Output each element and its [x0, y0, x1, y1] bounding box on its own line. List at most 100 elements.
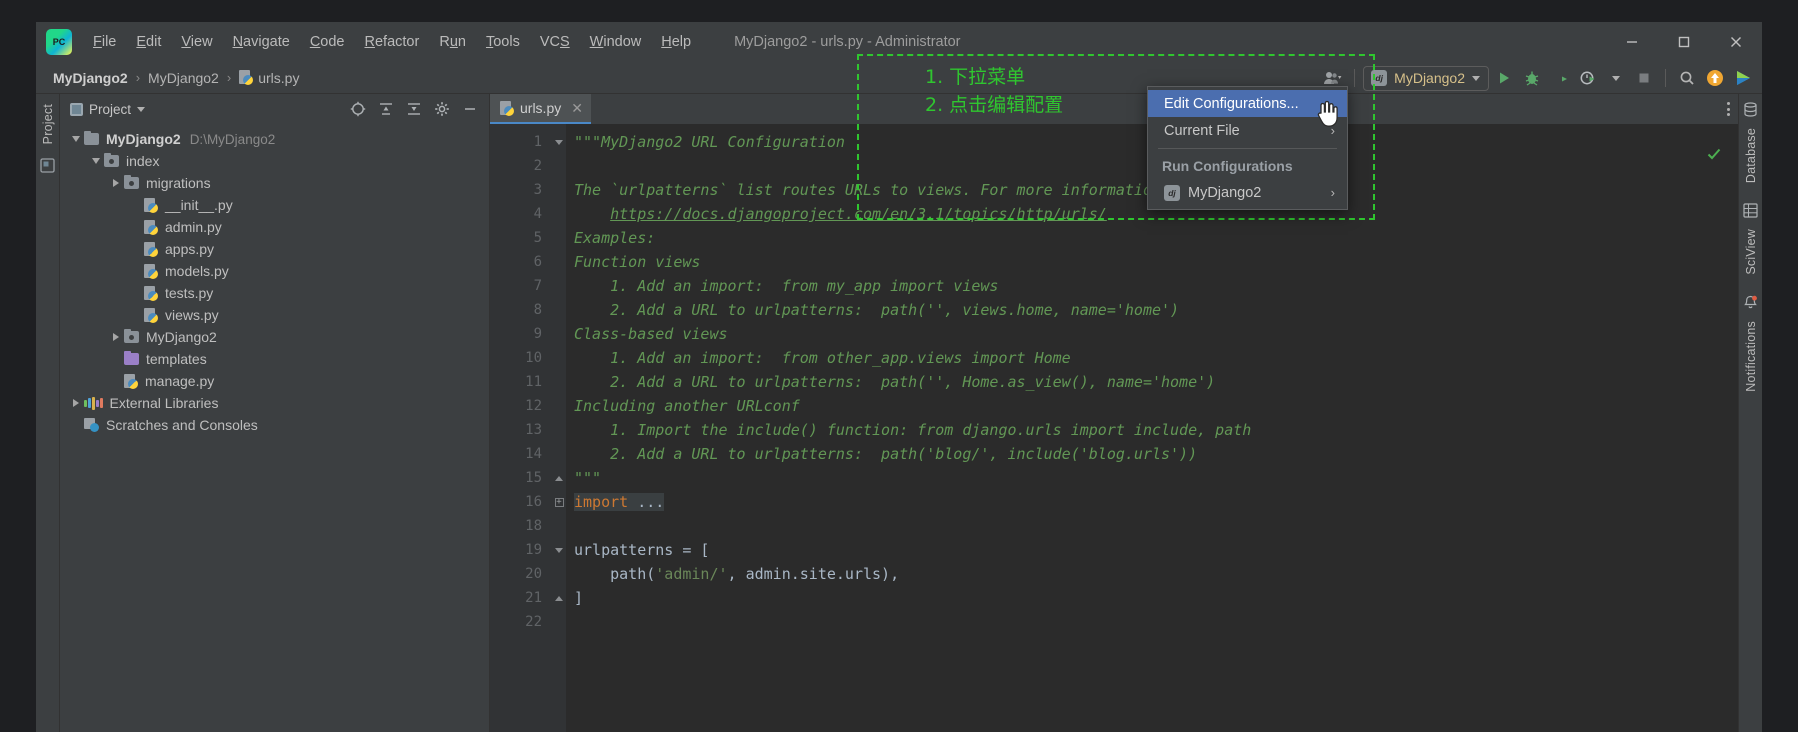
- tree-item-models-py[interactable]: models.py: [60, 260, 489, 282]
- code-editor[interactable]: 1 2 3 4 5 6 7 8 9 10 11 12 13 14 15 16 18 19 20 21 22 + """M…: [490, 124, 1738, 732]
- run-button[interactable]: [1491, 65, 1517, 91]
- code-line[interactable]: 1. Add an import: from other_app.views i…: [566, 346, 1738, 370]
- breadcrumb-item-urls-py[interactable]: urls.py: [236, 69, 302, 87]
- fold-marker-bot[interactable]: [552, 466, 566, 490]
- expand-all-button[interactable]: [375, 98, 397, 120]
- tree-item-scratches-and-consoles[interactable]: Scratches and Consoles: [60, 414, 489, 436]
- menu-file[interactable]: File: [84, 30, 125, 54]
- database-icon[interactable]: [1743, 102, 1758, 122]
- run-coverage-button[interactable]: [1547, 65, 1573, 91]
- maximize-icon[interactable]: [1658, 22, 1710, 62]
- code-line[interactable]: Including another URLconf: [566, 394, 1738, 418]
- close-icon[interactable]: [1710, 22, 1762, 62]
- sidebar-item-notifications[interactable]: Notifications: [1744, 321, 1758, 392]
- tree-item-mydjango2[interactable]: MyDjango2 D:\MyDjango2: [60, 128, 489, 150]
- tree-item-manage-py[interactable]: manage.py: [60, 370, 489, 392]
- fold-marker-plus[interactable]: +: [552, 490, 566, 514]
- more-options-icon[interactable]: [1727, 102, 1730, 116]
- code-line[interactable]: path('admin/', admin.site.urls),: [566, 562, 1738, 586]
- menu-item-current-file[interactable]: Current File ›: [1148, 117, 1347, 144]
- structure-icon[interactable]: [40, 158, 55, 178]
- tree-item-admin-py[interactable]: admin.py: [60, 216, 489, 238]
- tree-item-apps-py[interactable]: apps.py: [60, 238, 489, 260]
- minimize-icon[interactable]: [1606, 22, 1658, 62]
- code-line[interactable]: [566, 610, 1738, 634]
- tree-item-views-py[interactable]: views.py: [60, 304, 489, 326]
- editor-tab-bar: urls.py ✕: [490, 94, 1738, 124]
- run-configuration-selector[interactable]: dj MyDjango2: [1363, 65, 1489, 91]
- sidebar-item-project[interactable]: Project: [41, 104, 55, 144]
- menu-item-mydjango2[interactable]: dj MyDjango2 ›: [1148, 179, 1347, 206]
- hide-panel-button[interactable]: [459, 98, 481, 120]
- menu-tools[interactable]: Tools: [477, 30, 529, 54]
- close-icon[interactable]: ✕: [571, 100, 583, 117]
- fold-marker-top[interactable]: [552, 538, 566, 562]
- editor-options[interactable]: [1727, 94, 1730, 124]
- code-line[interactable]: urlpatterns = [: [566, 538, 1738, 562]
- run-with-profiler-button[interactable]: [1575, 65, 1601, 91]
- module-folder-icon: [124, 174, 139, 189]
- tab-urls-py[interactable]: urls.py ✕: [490, 94, 591, 124]
- code-line[interactable]: 2. Add a URL to urlpatterns: path('blog/…: [566, 442, 1738, 466]
- stop-button[interactable]: [1631, 65, 1657, 91]
- menu-refactor[interactable]: Refactor: [356, 30, 429, 54]
- code-line[interactable]: 1. Import the include() function: from d…: [566, 418, 1738, 442]
- fold-marker-top[interactable]: [552, 130, 566, 154]
- tree-item-templates[interactable]: templates: [60, 348, 489, 370]
- tree-item-index[interactable]: index: [60, 150, 489, 172]
- code-line[interactable]: [566, 514, 1738, 538]
- notifications-icon[interactable]: [1743, 295, 1758, 315]
- code-line[interactable]: import ...: [566, 490, 1738, 514]
- fold-marker-bot[interactable]: [552, 586, 566, 610]
- menu-help[interactable]: Help: [652, 30, 700, 54]
- sidebar-item-sciview[interactable]: SciView: [1744, 229, 1758, 275]
- breadcrumb-item-mydjango2[interactable]: MyDjango2: [50, 69, 131, 87]
- menu-code[interactable]: Code: [301, 30, 354, 54]
- menu-run[interactable]: Run: [430, 30, 475, 54]
- menu-edit[interactable]: Edit: [127, 30, 170, 54]
- collapse-all-button[interactable]: [403, 98, 425, 120]
- tree-twisty-closed-icon[interactable]: [108, 333, 124, 341]
- code-line[interactable]: 1. Add an import: from my_app import vie…: [566, 274, 1738, 298]
- code-line[interactable]: """: [566, 466, 1738, 490]
- tree-twisty-open-icon[interactable]: [68, 136, 84, 142]
- code-line[interactable]: Class-based views: [566, 322, 1738, 346]
- menu-view[interactable]: View: [172, 30, 221, 54]
- menu-item-edit-configurations[interactable]: Edit Configurations...: [1148, 90, 1347, 117]
- sciview-icon[interactable]: [1743, 203, 1758, 223]
- locate-file-button[interactable]: [347, 98, 369, 120]
- code-line[interactable]: 2. Add a URL to urlpatterns: path('', vi…: [566, 298, 1738, 322]
- tree-item-tests-py[interactable]: tests.py: [60, 282, 489, 304]
- code-line[interactable]: 2. Add a URL to urlpatterns: path('', Ho…: [566, 370, 1738, 394]
- annotation-line-1: 1. 下拉菜单: [925, 66, 1026, 88]
- tree-item-mydjango2[interactable]: MyDjango2: [60, 326, 489, 348]
- search-everywhere-button[interactable]: [1674, 65, 1700, 91]
- tree-item-__init__-py[interactable]: __init__.py: [60, 194, 489, 216]
- gear-icon[interactable]: [431, 98, 453, 120]
- debug-button[interactable]: [1519, 65, 1545, 91]
- code-folding-gutter[interactable]: +: [552, 124, 566, 732]
- ide-features-trainer-button[interactable]: [1730, 65, 1756, 91]
- tree-twisty-closed-icon[interactable]: [68, 399, 84, 407]
- run-configuration-dropdown-menu[interactable]: Edit Configurations... Current File › Run C…: [1147, 86, 1348, 210]
- tree-twisty-closed-icon[interactable]: [108, 179, 124, 187]
- sidebar-item-database[interactable]: Database: [1744, 128, 1758, 183]
- project-tree[interactable]: MyDjango2 D:\MyDjango2 index migrations __in…: [60, 124, 489, 732]
- menu-vcs[interactable]: VCS: [531, 30, 579, 54]
- update-project-button[interactable]: [1702, 65, 1728, 91]
- profiler-dropdown-icon[interactable]: [1603, 65, 1629, 91]
- code-content[interactable]: """MyDjango2 URL Configuration The `urlpa…: [566, 124, 1738, 732]
- code-line[interactable]: ]: [566, 586, 1738, 610]
- tree-twisty-open-icon[interactable]: [88, 158, 104, 164]
- menu-navigate[interactable]: Navigate: [224, 30, 299, 54]
- menu-window[interactable]: Window: [581, 30, 651, 54]
- tree-item-migrations[interactable]: migrations: [60, 172, 489, 194]
- breadcrumb-item-mydjango2[interactable]: MyDjango2: [145, 69, 222, 87]
- chevron-down-icon[interactable]: [137, 106, 146, 112]
- code-line[interactable]: Function views: [566, 250, 1738, 274]
- python-file-icon: [144, 307, 158, 323]
- tree-item-external-libraries[interactable]: External Libraries: [60, 392, 489, 414]
- editor-scrollbar[interactable]: [1724, 124, 1738, 732]
- menu-item-label: Edit Configurations...: [1164, 95, 1299, 112]
- code-line[interactable]: Examples:: [566, 226, 1738, 250]
